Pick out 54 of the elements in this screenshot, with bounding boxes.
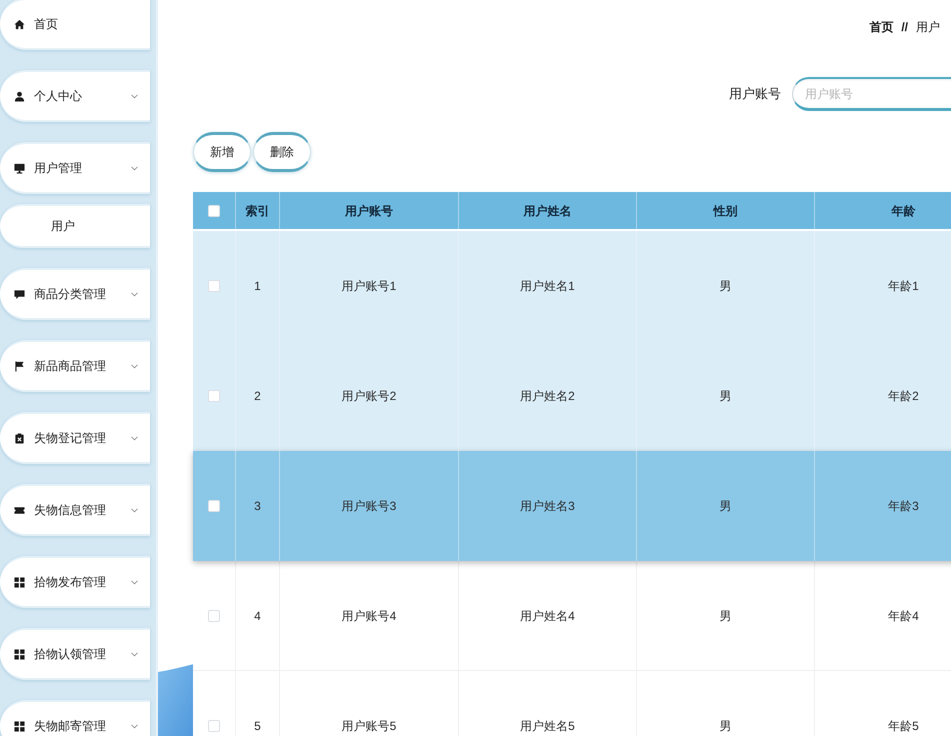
- menu-item[interactable]: 个人中心: [0, 70, 150, 122]
- table-cell: 用户账号4: [280, 561, 459, 670]
- monitor-icon: [14, 162, 25, 174]
- table-row[interactable]: 1 用户账号1 用户姓名1 男 年龄1: [193, 231, 951, 341]
- ticket-icon: [14, 504, 25, 516]
- menu-item[interactable]: 失物登记管理: [0, 412, 150, 464]
- table-cell: 年龄5: [815, 671, 951, 736]
- table-cell: 用户姓名5: [459, 671, 637, 736]
- menu-item[interactable]: 失物信息管理: [0, 484, 150, 536]
- clipboard-icon: [14, 432, 25, 444]
- wave-drawing: [158, 664, 194, 736]
- submenu-item[interactable]: 用户: [0, 204, 150, 248]
- breadcrumb-link[interactable]: 首页: [869, 18, 894, 36]
- checkbox[interactable]: [208, 720, 220, 732]
- grid-icon: [14, 576, 25, 588]
- checkbox[interactable]: [208, 610, 220, 622]
- user-icon: [14, 90, 25, 102]
- checkbox[interactable]: [208, 204, 220, 216]
- menu-item[interactable]: 拾物认领管理: [0, 628, 150, 680]
- search-field[interactable]: 用户账号: [792, 77, 951, 111]
- flag-icon: [14, 360, 25, 372]
- column-header[interactable]: 性别: [637, 192, 815, 229]
- add-button[interactable]: 新增: [193, 132, 251, 172]
- delete-button[interactable]: 删除: [253, 132, 311, 172]
- breadcrumb-separator: //: [901, 19, 908, 36]
- table-cell: 5: [236, 671, 280, 736]
- table-cell: 4: [236, 561, 280, 670]
- column-header[interactable]: 用户姓名: [459, 192, 637, 229]
- menu-item[interactable]: 新品商品管理: [0, 340, 150, 392]
- column-header[interactable]: 用户账号: [280, 192, 459, 229]
- chat-bubble-icon: [14, 288, 25, 300]
- grid-icon: [14, 720, 25, 732]
- table-cell: 男: [637, 561, 815, 670]
- house-icon: [14, 18, 25, 30]
- menu-item[interactable]: 用户管理: [0, 142, 150, 194]
- grid-icon: [14, 648, 25, 660]
- column-header[interactable]: 年龄: [815, 192, 951, 229]
- table-row[interactable]: 4 用户账号4 用户姓名4 男 年龄4: [193, 561, 951, 671]
- table-cell: 男: [637, 671, 815, 736]
- menu-item[interactable]: 拾物发布管理: [0, 556, 150, 608]
- checkbox[interactable]: [208, 390, 220, 402]
- checkbox[interactable]: [208, 280, 220, 292]
- table-row[interactable]: 2 用户账号2 用户姓名2 男 年龄2: [193, 341, 951, 451]
- menu-item[interactable]: 失物邮寄管理: [0, 700, 150, 736]
- breadcrumb-current: 用户: [916, 19, 940, 36]
- checkbox[interactable]: [208, 500, 220, 512]
- table-cell: 用户姓名4: [459, 561, 637, 670]
- table-cell: 用户账号5: [280, 671, 459, 736]
- field-label: 用户账号: [729, 85, 781, 104]
- column-header[interactable]: 索引: [236, 192, 280, 229]
- table-row[interactable]: 3 用户账号3 用户姓名3 男 年龄3: [193, 451, 951, 561]
- menu-item[interactable]: 首页: [0, 0, 150, 50]
- table-cell: 年龄4: [815, 561, 951, 670]
- menu-item[interactable]: 商品分类管理: [0, 268, 150, 320]
